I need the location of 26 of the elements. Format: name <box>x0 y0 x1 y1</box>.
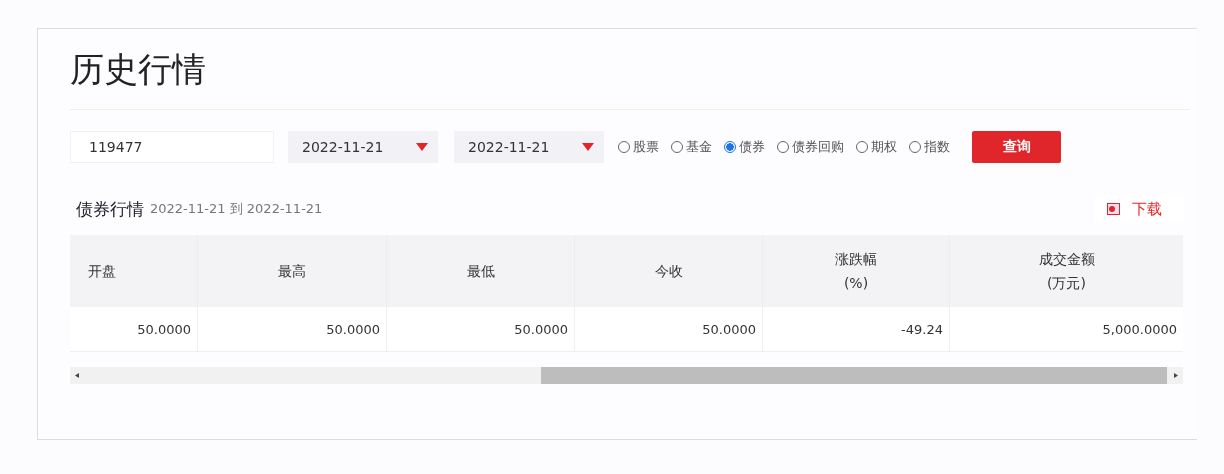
caret-icon <box>416 143 428 151</box>
section-title: 债券行情 <box>76 197 144 221</box>
download-icon <box>1107 203 1120 215</box>
right-arrow-icon[interactable] <box>1174 373 1178 378</box>
type-radio[interactable]: 期权 <box>856 138 897 156</box>
type-radio[interactable]: 股票 <box>618 138 659 156</box>
table-cell: 50.0000 <box>387 307 575 351</box>
end-date-select[interactable]: 2022-11-21 <box>454 131 604 163</box>
left-arrow-icon[interactable] <box>75 373 79 378</box>
start-date-select[interactable]: 2022-11-21 <box>288 131 438 163</box>
type-radio[interactable]: 指数 <box>909 138 950 156</box>
caret-icon <box>582 143 594 151</box>
table-cell-text: 5,000.0000 <box>1101 320 1178 339</box>
table-cell: 50.0000 <box>70 307 198 351</box>
query-button[interactable]: 查询 <box>972 131 1061 163</box>
code-field[interactable]: 119477 <box>70 131 274 163</box>
type-radio[interactable]: 债券 <box>724 138 765 156</box>
page-title: 历史行情 <box>70 29 1190 110</box>
table-cell: 50.0000 <box>198 307 387 351</box>
horizontal-scrollbar[interactable] <box>70 367 1183 384</box>
table-cell: 50.0000 <box>575 307 763 351</box>
type-radio[interactable]: 基金 <box>671 138 712 156</box>
type-radio[interactable]: 债券回购 <box>777 138 844 156</box>
date-range: 2022-11-21 到 2022-11-21 <box>150 200 323 218</box>
column-header: 成交金额 (万元) <box>1037 250 1096 293</box>
table-cell: -49.24 <box>763 307 950 351</box>
